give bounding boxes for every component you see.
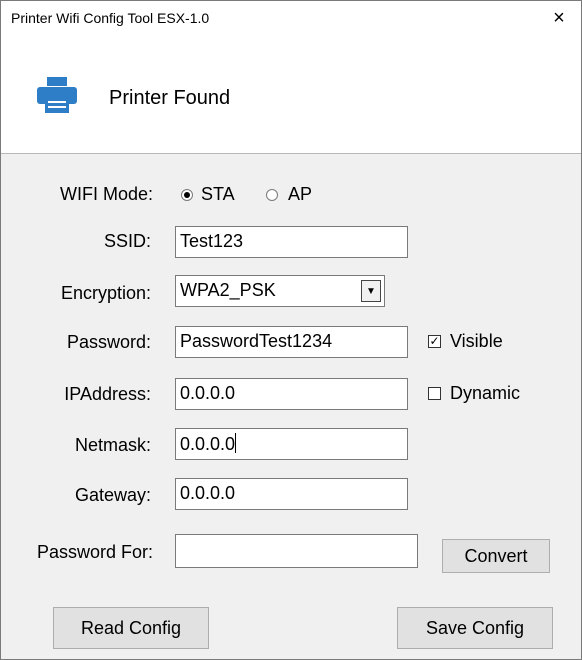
password-label: Password: — [66, 332, 151, 352]
printer-found-text: Printer Found — [109, 87, 231, 109]
visible-label[interactable]: Visible — [450, 331, 503, 352]
gateway-label: Gateway: — [74, 485, 151, 505]
encryption-label: Encryption: — [60, 283, 151, 303]
ssid-input[interactable]: Test123 — [175, 226, 408, 258]
printer-icon — [37, 77, 77, 113]
password-for-label: Password For: — [36, 542, 153, 562]
ip-address-label: IPAddress: — [64, 384, 151, 404]
netmask-value: 0.0.0.0 — [180, 434, 236, 454]
text-cursor — [235, 433, 237, 453]
netmask-input[interactable]: 0.0.0.0 — [175, 428, 408, 460]
window-title: Printer Wifi Config Tool ESX-1.0 — [11, 10, 210, 26]
password-input[interactable]: PasswordTest1234 — [175, 326, 408, 358]
banner-divider — [1, 153, 581, 154]
dynamic-label[interactable]: Dynamic — [450, 383, 520, 404]
gateway-input[interactable]: 0.0.0.0 — [175, 478, 408, 510]
close-icon[interactable]: × — [537, 1, 581, 35]
ap-radio[interactable] — [266, 189, 278, 201]
chevron-down-icon[interactable]: ▼ — [361, 280, 381, 302]
status-banner: Printer Found — [1, 35, 581, 153]
encryption-value: WPA2_PSK — [180, 280, 276, 300]
convert-button[interactable]: Convert — [442, 539, 550, 573]
netmask-label: Netmask: — [74, 435, 151, 455]
wifi-mode-label: WIFI Mode: — [59, 184, 153, 204]
dynamic-checkbox[interactable] — [428, 387, 441, 400]
ip-address-input[interactable]: 0.0.0.0 — [175, 378, 408, 410]
read-config-button[interactable]: Read Config — [53, 607, 209, 649]
encryption-select[interactable]: WPA2_PSK ▼ — [175, 275, 385, 307]
visible-checkbox[interactable]: ✓ — [428, 335, 441, 348]
ssid-label: SSID: — [103, 231, 151, 251]
save-config-button[interactable]: Save Config — [397, 607, 553, 649]
password-for-input[interactable] — [175, 534, 418, 568]
title-bar: Printer Wifi Config Tool ESX-1.0 × — [1, 1, 581, 35]
sta-radio-label[interactable]: STA — [201, 184, 235, 205]
sta-radio[interactable] — [181, 189, 193, 201]
config-window: Printer Wifi Config Tool ESX-1.0 × Print… — [0, 0, 582, 660]
ap-radio-label[interactable]: AP — [288, 184, 312, 205]
